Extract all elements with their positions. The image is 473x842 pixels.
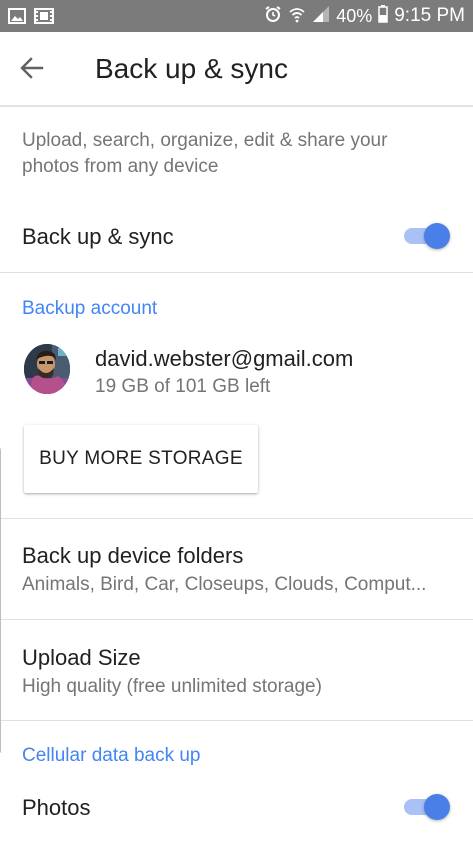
battery-icon [378, 4, 388, 28]
storage-left: 19 GB of 101 GB left [95, 376, 271, 397]
back-button[interactable] [18, 54, 46, 82]
film-icon [34, 7, 54, 30]
cellular-header: Cellular data back up [22, 745, 201, 766]
device-folders-subtitle: Animals, Bird, Car, Closeups, Clouds, Co… [22, 574, 427, 595]
backup-account-header: Backup account [22, 298, 158, 319]
divider [0, 272, 473, 273]
divider [0, 720, 473, 721]
backup-sync-label: Back up & sync [22, 224, 174, 249]
divider [0, 619, 473, 620]
signal-icon [312, 5, 330, 28]
clock: 9:15 PM [394, 5, 465, 26]
avatar [24, 344, 70, 394]
image-icon [8, 7, 26, 30]
intro-text: Upload, search, organize, edit & share y… [22, 130, 388, 177]
account-email: david.webster@gmail.com [95, 346, 354, 371]
buy-more-storage-button[interactable]: BUY MORE STORAGE [24, 425, 258, 493]
app-bar: Back up & sync [0, 32, 473, 107]
edge-highlight [0, 448, 4, 753]
photos-label: Photos [22, 795, 91, 820]
toggle-thumb [424, 794, 450, 820]
wifi-icon [288, 5, 306, 28]
divider [0, 518, 473, 519]
upload-size-title: Upload Size [22, 645, 141, 670]
page-title: Back up & sync [95, 53, 288, 84]
photos-toggle[interactable] [404, 792, 450, 822]
device-folders-title: Back up device folders [22, 543, 244, 568]
battery-text: 40% [336, 5, 373, 26]
upload-size-subtitle: High quality (free unlimited storage) [22, 676, 322, 697]
arrow-left-icon [20, 57, 44, 79]
alarm-icon [264, 5, 282, 28]
toggle-thumb [424, 223, 450, 249]
backup-sync-toggle[interactable] [404, 221, 450, 251]
status-bar: 40% 9:15 PM [0, 0, 473, 32]
